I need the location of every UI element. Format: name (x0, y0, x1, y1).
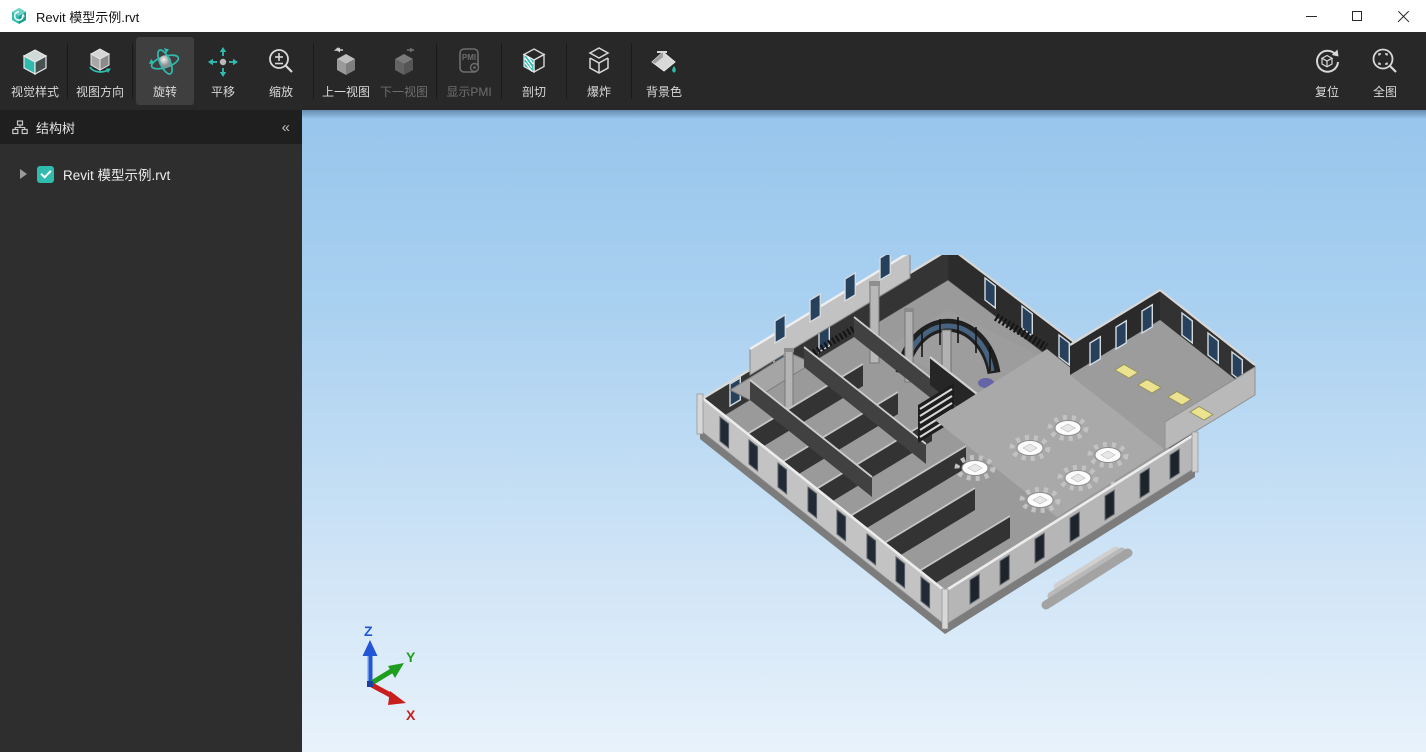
next-view-button[interactable]: 下一视图 (375, 37, 433, 105)
next-view-label: 下一视图 (380, 83, 428, 100)
paint-bucket-icon (647, 44, 681, 80)
view-direction-label: 视图方向 (76, 83, 124, 100)
visual-style-cube-icon (19, 44, 51, 80)
expand-arrow-icon[interactable] (20, 169, 27, 179)
zoom-button[interactable]: 缩放 (252, 37, 310, 105)
fit-all-button[interactable]: 全图 (1356, 37, 1414, 105)
visual-style-button[interactable]: 视觉样式 (6, 37, 64, 105)
pmi-badge-icon: PMI (453, 44, 485, 80)
close-icon (1397, 10, 1410, 23)
toolbar-separator (313, 43, 314, 99)
toolbar-separator (566, 43, 567, 99)
sidebar-collapse-button[interactable]: « (282, 120, 290, 135)
toolbar-separator (436, 43, 437, 99)
title-bar: Revit 模型示例.rvt (0, 0, 1426, 32)
pan-button[interactable]: 平移 (194, 37, 252, 105)
explode-label: 爆炸 (587, 83, 611, 100)
show-pmi-label: 显示PMI (446, 83, 491, 100)
maximize-icon (1352, 11, 1362, 21)
building-model (690, 255, 1280, 645)
explode-button[interactable]: 爆炸 (570, 37, 628, 105)
viewport-3d[interactable]: Z Y X (302, 110, 1426, 752)
prev-view-label: 上一视图 (322, 83, 370, 100)
zoom-magnifier-icon (265, 44, 297, 80)
next-view-cube-icon (387, 44, 421, 80)
fit-all-label: 全图 (1373, 83, 1397, 100)
tree-item-root[interactable]: Revit 模型示例.rvt (20, 162, 302, 186)
close-button[interactable] (1380, 0, 1426, 32)
reset-view-button[interactable]: 复位 (1298, 37, 1356, 105)
show-pmi-button[interactable]: PMI 显示PMI (440, 37, 498, 105)
pan-label: 平移 (211, 83, 235, 100)
background-color-label: 背景色 (646, 83, 682, 100)
reset-icon (1311, 44, 1343, 80)
structure-tree: Revit 模型示例.rvt (0, 144, 302, 186)
section-cube-icon (518, 44, 550, 80)
toolbar-right-group: 复位 全图 (1298, 37, 1414, 105)
prev-view-cube-icon (329, 44, 363, 80)
structure-tree-title: 结构树 (36, 118, 75, 137)
pmi-icon-text: PMI (462, 53, 476, 62)
view-direction-button[interactable]: 视图方向 (71, 37, 129, 105)
toolbar-separator (501, 43, 502, 99)
structure-tree-panel: 结构树 « Revit 模型示例.rvt (0, 110, 302, 752)
rotate-label: 旋转 (153, 83, 177, 100)
minimize-button[interactable] (1288, 0, 1334, 32)
structure-tree-header: 结构树 « (0, 110, 302, 144)
background-color-button[interactable]: 背景色 (635, 37, 693, 105)
app-logo-icon (10, 7, 28, 25)
section-label: 剖切 (522, 83, 546, 100)
visual-style-label: 视觉样式 (11, 83, 59, 100)
toolbar-separator (132, 43, 133, 99)
rotate-button[interactable]: 旋转 (136, 37, 194, 105)
maximize-button[interactable] (1334, 0, 1380, 32)
rotate-orbit-icon (148, 44, 182, 80)
main-toolbar: 视觉样式 视图方向 旋转 (0, 32, 1426, 110)
minimize-icon (1306, 16, 1317, 17)
tree-icon (12, 120, 28, 135)
toolbar-separator (67, 43, 68, 99)
toolbar-separator (631, 43, 632, 99)
section-button[interactable]: 剖切 (505, 37, 563, 105)
zoom-label: 缩放 (269, 83, 293, 100)
axis-z-label: Z (364, 623, 373, 639)
fit-all-icon (1369, 44, 1401, 80)
tree-item-label: Revit 模型示例.rvt (63, 164, 170, 184)
window-controls (1288, 0, 1426, 32)
window-title: Revit 模型示例.rvt (36, 7, 139, 26)
explode-cube-icon (583, 44, 615, 80)
reset-view-label: 复位 (1315, 83, 1339, 100)
axis-y-label: Y (406, 649, 416, 665)
pan-arrows-icon (207, 44, 239, 80)
view-direction-cube-icon (84, 44, 116, 80)
prev-view-button[interactable]: 上一视图 (317, 37, 375, 105)
visibility-checkbox[interactable] (37, 166, 54, 183)
axis-triad: Z Y X (348, 622, 448, 732)
axis-x-label: X (406, 707, 416, 723)
